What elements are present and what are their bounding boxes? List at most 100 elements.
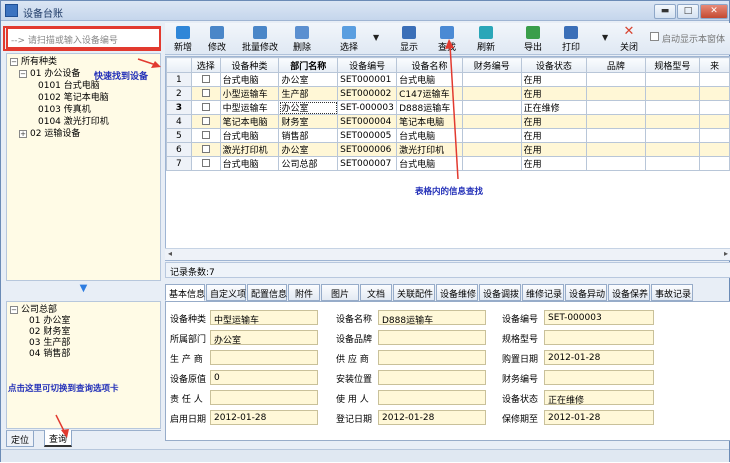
row-checkbox[interactable] <box>201 89 210 97</box>
horizontal-scrollbar[interactable]: ◂ ▸ <box>165 248 730 260</box>
column-header[interactable] <box>166 57 192 73</box>
table-cell[interactable]: D888运输车 <box>396 100 463 115</box>
table-cell[interactable] <box>461 114 522 129</box>
table-cell[interactable]: SET000007 <box>337 156 398 171</box>
tree-item[interactable]: 0101 台式电脑 <box>38 81 100 91</box>
table-row[interactable]: 4 笔记本电脑 财务室 SET000004 笔记本电脑 在用 <box>166 114 730 129</box>
startup-checkbox[interactable] <box>650 32 659 41</box>
row-select-cell[interactable] <box>190 156 221 171</box>
table-cell[interactable] <box>644 100 701 115</box>
column-header[interactable]: 设备种类 <box>219 57 280 73</box>
tree-item[interactable]: 0102 笔记本电脑 <box>38 93 109 103</box>
column-header[interactable]: 品牌 <box>586 57 646 73</box>
field-location[interactable] <box>378 370 486 385</box>
detail-tab[interactable]: 关联配件 <box>393 284 435 301</box>
table-cell[interactable] <box>586 128 646 143</box>
table-cell[interactable]: 在用 <box>520 142 588 157</box>
table-cell[interactable] <box>586 114 646 129</box>
field-model[interactable] <box>544 330 654 345</box>
tree-item[interactable]: 04 销售部 <box>29 349 70 359</box>
table-cell[interactable]: C147运输车 <box>396 86 463 101</box>
table-cell[interactable]: 笔记本电脑 <box>219 114 280 129</box>
row-select-cell[interactable] <box>190 86 221 101</box>
tree-item[interactable]: 0103 传真机 <box>38 105 91 115</box>
tree-item[interactable]: 02 运输设备 <box>30 129 80 139</box>
table-cell[interactable] <box>699 86 730 101</box>
table-cell[interactable]: 办公室 <box>278 72 339 87</box>
table-cell[interactable] <box>644 128 701 143</box>
toolbar-button-8[interactable]: 导出 <box>517 25 549 53</box>
row-select-cell[interactable] <box>190 114 221 129</box>
detail-tab[interactable]: 文档 <box>360 284 392 301</box>
table-cell[interactable] <box>699 156 730 171</box>
table-cell[interactable]: 台式电脑 <box>219 72 280 87</box>
field-buy_date[interactable]: 2012-01-28 <box>544 350 654 365</box>
toolbar-button-6[interactable]: 查找 <box>431 25 463 53</box>
tab-locate[interactable]: 定位 <box>6 431 35 447</box>
table-cell[interactable]: 激光打印机 <box>396 142 463 157</box>
detail-tab[interactable]: 基本信息 <box>165 284 205 301</box>
table-cell[interactable] <box>461 142 522 157</box>
table-cell[interactable]: 激光打印机 <box>219 142 280 157</box>
table-cell[interactable]: SET000006 <box>337 142 398 157</box>
column-header[interactable]: 规格型号 <box>644 57 701 73</box>
table-cell[interactable]: 在用 <box>520 128 588 143</box>
table-cell[interactable]: 办公室 <box>278 100 339 115</box>
table-cell[interactable] <box>586 72 646 87</box>
detail-tab[interactable]: 设备保养 <box>608 284 650 301</box>
detail-tab[interactable]: 设备异动 <box>565 284 607 301</box>
maximize-button[interactable]: □ <box>677 4 699 19</box>
field-dept[interactable]: 办公室 <box>210 330 318 345</box>
field-name[interactable]: D888运输车 <box>378 310 486 325</box>
table-cell[interactable]: 在用 <box>520 72 588 87</box>
scroll-left-icon[interactable]: ◂ <box>168 249 172 258</box>
row-select-cell[interactable] <box>190 128 221 143</box>
row-checkbox[interactable] <box>201 117 210 125</box>
toolbar-button-5[interactable]: 显示 <box>393 25 425 53</box>
table-cell[interactable]: 办公室 <box>278 142 339 157</box>
row-number[interactable]: 1 <box>166 72 192 87</box>
table-cell[interactable] <box>586 156 646 171</box>
table-cell[interactable] <box>461 100 522 115</box>
table-row[interactable]: 3 中型运输车 办公室 SET-000003 D888运输车 正在维修 <box>166 100 730 115</box>
table-cell[interactable]: 在用 <box>520 114 588 129</box>
collapse-icon[interactable]: − <box>10 58 18 66</box>
table-cell[interactable] <box>461 86 522 101</box>
table-cell[interactable] <box>461 72 522 87</box>
row-checkbox[interactable] <box>201 131 210 139</box>
detail-tab[interactable]: 设备维修 <box>436 284 478 301</box>
row-checkbox[interactable] <box>201 145 210 153</box>
table-cell[interactable]: 在用 <box>520 86 588 101</box>
table-cell[interactable] <box>699 142 730 157</box>
row-number[interactable]: 4 <box>166 114 192 129</box>
tree-item-root[interactable]: 公司总部 <box>21 305 57 315</box>
column-header[interactable]: 财务编号 <box>461 57 522 73</box>
table-cell[interactable] <box>644 156 701 171</box>
table-cell[interactable]: SET-000003 <box>337 100 398 115</box>
row-checkbox[interactable] <box>201 159 210 167</box>
table-cell[interactable]: SET000002 <box>337 86 398 101</box>
column-header[interactable]: 部门名称 <box>278 57 339 73</box>
field-value[interactable]: 0 <box>210 370 318 385</box>
table-row[interactable]: 5 台式电脑 销售部 SET000005 台式电脑 在用 <box>166 128 730 143</box>
detail-tab[interactable]: 配置信息 <box>247 284 287 301</box>
column-header[interactable]: 来 <box>699 57 730 73</box>
tree-item-root[interactable]: 所有种类 <box>21 57 57 67</box>
row-number[interactable]: 5 <box>166 128 192 143</box>
table-row[interactable]: 1 台式电脑 办公室 SET000001 台式电脑 在用 <box>166 72 730 87</box>
table-cell[interactable]: 财务室 <box>278 114 339 129</box>
collapse-icon[interactable]: − <box>19 70 27 78</box>
table-cell[interactable]: 中型运输车 <box>219 100 280 115</box>
table-row[interactable]: 2 小型运输车 生产部 SET000002 C147运输车 在用 <box>166 86 730 101</box>
tree-item[interactable]: 0104 激光打印机 <box>38 117 109 127</box>
field-user[interactable] <box>378 390 486 405</box>
detail-tab[interactable]: 附件 <box>288 284 320 301</box>
table-row[interactable]: 7 台式电脑 公司总部 SET000007 台式电脑 在用 <box>166 156 730 171</box>
field-supplier[interactable] <box>378 350 486 365</box>
chevron-down-icon[interactable]: ▼ <box>602 33 608 42</box>
splitter-arrow-icon[interactable]: ▼ <box>6 283 161 299</box>
tree-item[interactable]: 01 办公设备 <box>30 69 80 79</box>
table-cell[interactable] <box>586 100 646 115</box>
column-header[interactable]: 选择 <box>190 57 221 73</box>
field-code[interactable]: SET-000003 <box>544 310 654 325</box>
